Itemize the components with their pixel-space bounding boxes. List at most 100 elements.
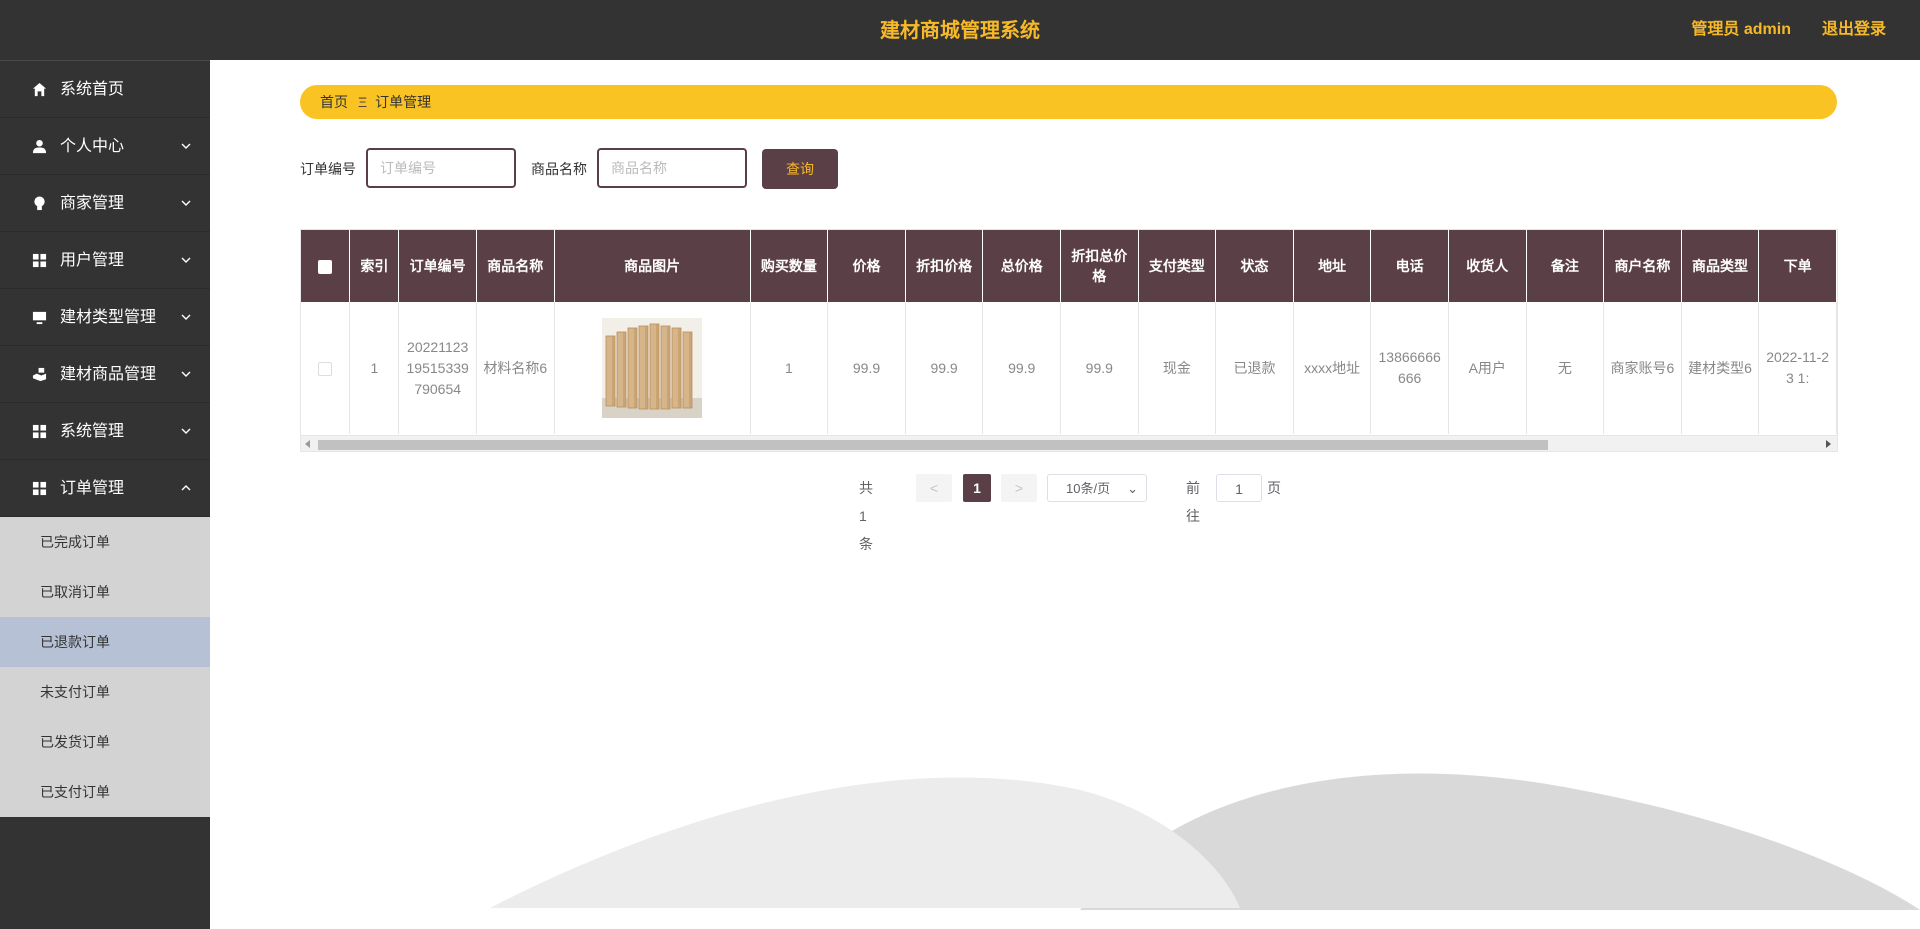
breadcrumb: 首页 Ξ 订单管理 (300, 85, 1837, 119)
goto-label: 前往 (1186, 480, 1200, 524)
prev-page-button[interactable]: < (916, 474, 952, 502)
column-header: 商户名称 (1603, 230, 1682, 302)
breadcrumb-separator: Ξ (358, 94, 368, 110)
sidebar-item-label: 个人中心 (60, 138, 125, 155)
column-header: 购买数量 (750, 230, 829, 302)
chevron-down-icon (181, 200, 191, 206)
logout-button[interactable]: 退出登录 (1822, 0, 1886, 60)
sidebar-item-users[interactable]: 用户管理 (0, 232, 210, 289)
bulb-icon (34, 196, 45, 211)
monitor-icon (32, 311, 47, 325)
column-header: 订单编号 (398, 230, 477, 302)
cell-status: 已退款 (1215, 302, 1294, 434)
column-header: 下单 (1758, 230, 1837, 302)
cell-price: 99.9 (827, 302, 906, 434)
admin-user-label: 管理员 admin (1691, 21, 1791, 38)
query-button[interactable]: 查询 (762, 149, 838, 189)
sidebar-item-label: 订单管理 (60, 480, 125, 497)
cell-product-image (554, 302, 751, 434)
submenu-item-shipped[interactable]: 已发货订单 (0, 717, 210, 767)
submenu-item-completed[interactable]: 已完成订单 (0, 517, 210, 567)
home-icon (32, 82, 47, 97)
hand-icon (32, 367, 47, 382)
select-all-checkbox[interactable] (318, 260, 333, 275)
column-header: 折扣价格 (905, 230, 984, 302)
grid-icon (32, 424, 47, 439)
table-row: 1 20221123195153397906​54 材料名称6 (301, 302, 1837, 434)
orders-submenu: 已完成订单 已取消订单 已退款订单 未支付订单 已发货订单 已支付订单 (0, 517, 210, 817)
column-header: 商品名称 (476, 230, 555, 302)
column-header: 地址 (1293, 230, 1372, 302)
column-header: 折扣总价格 (1060, 230, 1139, 302)
column-header: 价格 (827, 230, 906, 302)
column-header: 商品类型 (1681, 230, 1760, 302)
pagination-total: 共 1 条 (859, 480, 873, 552)
page-size-value: 10条/页 (1066, 481, 1111, 496)
chevron-down-icon (181, 371, 191, 377)
scroll-right-icon[interactable] (1826, 440, 1831, 448)
column-header: 收货人 (1448, 230, 1527, 302)
submenu-item-refunded[interactable]: 已退款订单 (0, 617, 210, 667)
product-image[interactable] (602, 318, 703, 418)
submenu-item-cancelled[interactable]: 已取消订单 (0, 567, 210, 617)
column-header: 支付类型 (1138, 230, 1217, 302)
cell-merchant: 商家账号6 (1603, 302, 1682, 434)
cell-discount-price: 99.9 (905, 302, 984, 434)
column-header: 索引 (349, 230, 400, 302)
breadcrumb-home-link[interactable]: 首页 (320, 94, 348, 110)
app-title: 建材商城管理系统 (880, 20, 1040, 42)
sidebar: 系统首页 个人中心 商家管理 用户管理 建材类型管理 建材商品管理 系统管理 订… (0, 60, 210, 929)
sidebar-item-label: 商家管理 (60, 195, 125, 212)
column-header: 状态 (1215, 230, 1294, 302)
row-checkbox[interactable] (318, 361, 333, 376)
cell-index: 1 (349, 302, 400, 434)
sidebar-item-label: 建材商品管理 (60, 366, 157, 383)
cell-phone: 13866666666 (1370, 302, 1449, 434)
cell-order-no: 20221123195153397906​54 (398, 302, 477, 434)
column-header: 商品图片 (554, 230, 751, 302)
sidebar-item-material-types[interactable]: 建材类型管理 (0, 289, 210, 346)
user-icon (32, 139, 47, 154)
cell-pay-type: 现金 (1138, 302, 1217, 434)
order-no-input[interactable] (366, 148, 516, 188)
sidebar-item-label: 系统首页 (60, 81, 125, 98)
product-name-input[interactable] (597, 148, 747, 188)
select-all-cell[interactable] (301, 230, 351, 302)
sidebar-item-material-products[interactable]: 建材商品管理 (0, 346, 210, 403)
sidebar-item-label: 建材类型管理 (60, 309, 157, 326)
cell-order-time: 2022-11-23 1: (1758, 302, 1837, 434)
grid-icon (32, 481, 47, 496)
chevron-down-icon (181, 314, 191, 320)
sidebar-item-home[interactable]: 系统首页 (0, 61, 210, 118)
table-header-row: 索引 订单编号 商品名称 商品图片 购买数量 价格 折扣价格 总价格 折扣总价格… (301, 230, 1837, 302)
scroll-left-icon[interactable] (305, 440, 310, 448)
column-header: 电话 (1370, 230, 1449, 302)
submenu-item-unpaid[interactable]: 未支付订单 (0, 667, 210, 717)
chevron-down-icon (181, 257, 191, 263)
breadcrumb-current: 订单管理 (375, 94, 432, 110)
sidebar-item-label: 用户管理 (60, 252, 125, 269)
grid-icon (32, 253, 47, 268)
cell-receiver: A用户 (1448, 302, 1527, 434)
order-no-label: 订单编号 (300, 161, 356, 177)
sidebar-item-system[interactable]: 系统管理 (0, 403, 210, 460)
sidebar-item-profile[interactable]: 个人中心 (0, 118, 210, 175)
orders-table: 索引 订单编号 商品名称 商品图片 购买数量 价格 折扣价格 总价格 折扣总价格… (300, 229, 1838, 452)
horizontal-scrollbar[interactable] (301, 435, 1837, 451)
next-page-button[interactable]: > (1001, 474, 1037, 502)
decorative-hills (490, 773, 1920, 910)
page-size-select[interactable]: 10条/页 ⌄ (1047, 474, 1147, 502)
sidebar-item-orders[interactable]: 订单管理 (0, 460, 210, 517)
cell-total-price: 99.9 (982, 302, 1061, 434)
cell-remark: 无 (1526, 302, 1605, 434)
cell-product-type: 建材类型6 (1681, 302, 1760, 434)
row-select-cell[interactable] (301, 302, 351, 434)
submenu-item-paid[interactable]: 已支付订单 (0, 767, 210, 817)
chevron-down-icon (181, 143, 191, 149)
top-header: 建材商城管理系统 管理员 admin 退出登录 (0, 0, 1920, 60)
scrollbar-thumb[interactable] (318, 440, 1548, 450)
goto-page-input[interactable]: 1 (1216, 474, 1262, 502)
sidebar-item-merchant[interactable]: 商家管理 (0, 175, 210, 232)
page-number-button[interactable]: 1 (963, 474, 991, 502)
cell-quantity: 1 (750, 302, 829, 434)
